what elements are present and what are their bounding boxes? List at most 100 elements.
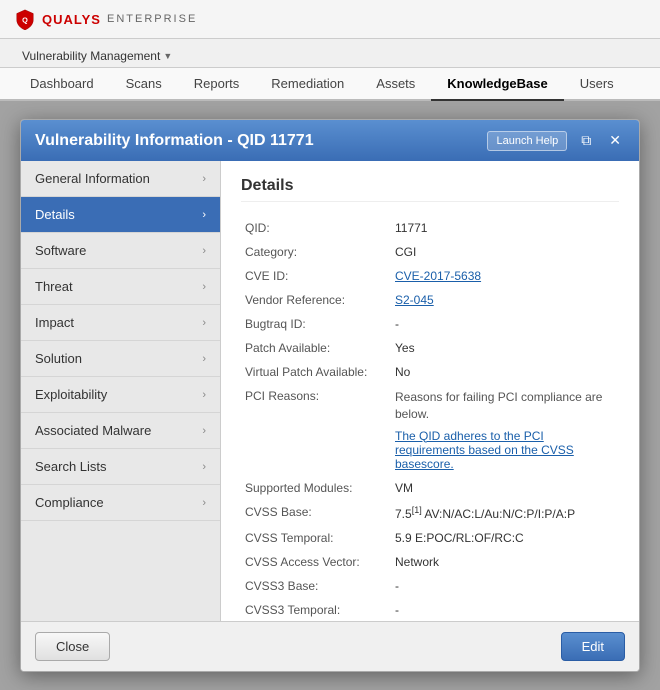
field-value-cvss-base: 7.5[1] AV:N/AC:L/Au:N/C:P/I:P/A:P [391,500,619,526]
tab-users[interactable]: Users [564,68,630,101]
details-table: QID: 11771 Category: CGI CVE ID: CVE-201… [241,216,619,621]
cvss-footnote-superscript: [1] [412,505,422,515]
modal-footer: Close Edit [21,621,639,671]
chevron-right-icon: › [202,425,206,437]
qualys-logo: Q QUALYS ENTERPRISE [14,8,197,30]
table-row: CVE ID: CVE-2017-5638 [241,264,619,288]
close-modal-button[interactable]: ✕ [605,130,625,151]
field-label-cve-id: CVE ID: [241,264,391,288]
table-row-pci: PCI Reasons: Reasons for failing PCI com… [241,384,619,476]
table-row: Patch Available: Yes [241,336,619,360]
sidebar-item-compliance[interactable]: Compliance › [21,485,220,521]
field-label-cvss-access-vector: CVSS Access Vector: [241,550,391,574]
sidebar-item-solution[interactable]: Solution › [21,341,220,377]
field-value-category: CGI [391,240,619,264]
field-value-vendor-ref[interactable]: S2-045 [391,288,619,312]
svg-text:Q: Q [22,16,28,25]
field-value-cvss-temporal: 5.9 E:POC/RL:OF/RC:C [391,526,619,550]
field-value-virtual-patch: No [391,360,619,384]
field-value-patch: Yes [391,336,619,360]
field-label-qid: QID: [241,216,391,240]
field-value-cvss-access-vector: Network [391,550,619,574]
modal-header-actions: Launch Help ⧉ ✕ [487,130,625,151]
tab-assets[interactable]: Assets [360,68,431,101]
table-row: Category: CGI [241,240,619,264]
field-value-cvss3-base: - [391,574,619,598]
table-row: CVSS Access Vector: Network [241,550,619,574]
chevron-right-icon: › [202,317,206,329]
vulnerability-management-dropdown[interactable]: Vulnerability Management ▼ [14,45,180,67]
field-value-pci: Reasons for failing PCI compliance are b… [391,384,619,476]
table-row: CVSS3 Base: - [241,574,619,598]
edit-button[interactable]: Edit [561,632,625,661]
field-value-cvss3-temporal: - [391,598,619,621]
main-nav: Dashboard Scans Reports Remediation Asse… [0,68,660,101]
field-value-cve-id[interactable]: CVE-2017-5638 [391,264,619,288]
field-value-supported-modules: VM [391,476,619,500]
modal-overlay: Vulnerability Information - QID 11771 La… [0,101,660,690]
content-section-title: Details [241,177,619,202]
field-label-cvss-base: CVSS Base: [241,500,391,526]
launch-help-button[interactable]: Launch Help [487,131,567,151]
chevron-right-icon: › [202,209,206,221]
top-bar: Q QUALYS ENTERPRISE [0,0,660,39]
field-label-cvss3-base: CVSS3 Base: [241,574,391,598]
table-row: CVSS Temporal: 5.9 E:POC/RL:OF/RC:C [241,526,619,550]
chevron-right-icon: › [202,389,206,401]
sidebar-item-associated-malware[interactable]: Associated Malware › [21,413,220,449]
vulnerability-modal: Vulnerability Information - QID 11771 La… [20,119,640,672]
table-row: QID: 11771 [241,216,619,240]
field-value-bugtraq: - [391,312,619,336]
qualys-brand-text: QUALYS [42,12,101,27]
expand-modal-button[interactable]: ⧉ [577,130,595,151]
chevron-right-icon: › [202,173,206,185]
table-row: Supported Modules: VM [241,476,619,500]
qualys-enterprise-label: ENTERPRISE [107,13,197,25]
qualys-shield-icon: Q [14,8,36,30]
vendor-reference-link[interactable]: S2-045 [395,293,434,307]
close-button[interactable]: Close [35,632,110,661]
field-label-pci: PCI Reasons: [241,384,391,476]
field-value-qid: 11771 [391,216,619,240]
field-label-cvss3-temporal: CVSS3 Temporal: [241,598,391,621]
field-label-supported-modules: Supported Modules: [241,476,391,500]
field-label-vendor-ref: Vendor Reference: [241,288,391,312]
tab-remediation[interactable]: Remediation [255,68,360,101]
sidebar-item-software[interactable]: Software › [21,233,220,269]
tab-scans[interactable]: Scans [110,68,178,101]
field-label-virtual-patch: Virtual Patch Available: [241,360,391,384]
chevron-right-icon: › [202,281,206,293]
field-label-category: Category: [241,240,391,264]
tab-reports[interactable]: Reports [178,68,256,101]
modal-sidebar: General Information › Details › Software… [21,161,221,621]
pci-cvss-link[interactable]: The QID adheres to the PCI requirements … [395,429,574,471]
sidebar-item-exploitability[interactable]: Exploitability › [21,377,220,413]
table-row: Bugtraq ID: - [241,312,619,336]
modal-body: General Information › Details › Software… [21,161,639,621]
tab-knowledgebase[interactable]: KnowledgeBase [431,68,563,101]
sidebar-item-search-lists[interactable]: Search Lists › [21,449,220,485]
table-row: Virtual Patch Available: No [241,360,619,384]
field-label-patch: Patch Available: [241,336,391,360]
nav-bar: Vulnerability Management ▼ [0,39,660,68]
table-row: CVSS3 Temporal: - [241,598,619,621]
sidebar-item-threat[interactable]: Threat › [21,269,220,305]
field-label-cvss-temporal: CVSS Temporal: [241,526,391,550]
pci-reasons-text: Reasons for failing PCI compliance are b… [395,389,615,423]
modal-title: Vulnerability Information - QID 11771 [35,132,314,150]
cve-id-link[interactable]: CVE-2017-5638 [395,269,481,283]
dropdown-arrow-icon: ▼ [163,51,172,61]
sidebar-item-general-information[interactable]: General Information › [21,161,220,197]
content-area: Details QID: 11771 Category: CGI CVE ID:… [221,161,639,621]
chevron-right-icon: › [202,353,206,365]
chevron-right-icon: › [202,245,206,257]
sidebar-item-details[interactable]: Details › [21,197,220,233]
modal-header: Vulnerability Information - QID 11771 La… [21,120,639,161]
table-row-cvss-base: CVSS Base: 7.5[1] AV:N/AC:L/Au:N/C:P/I:P… [241,500,619,526]
sidebar-item-impact[interactable]: Impact › [21,305,220,341]
table-row: Vendor Reference: S2-045 [241,288,619,312]
tab-dashboard[interactable]: Dashboard [14,68,110,101]
field-label-bugtraq: Bugtraq ID: [241,312,391,336]
chevron-right-icon: › [202,461,206,473]
chevron-right-icon: › [202,497,206,509]
